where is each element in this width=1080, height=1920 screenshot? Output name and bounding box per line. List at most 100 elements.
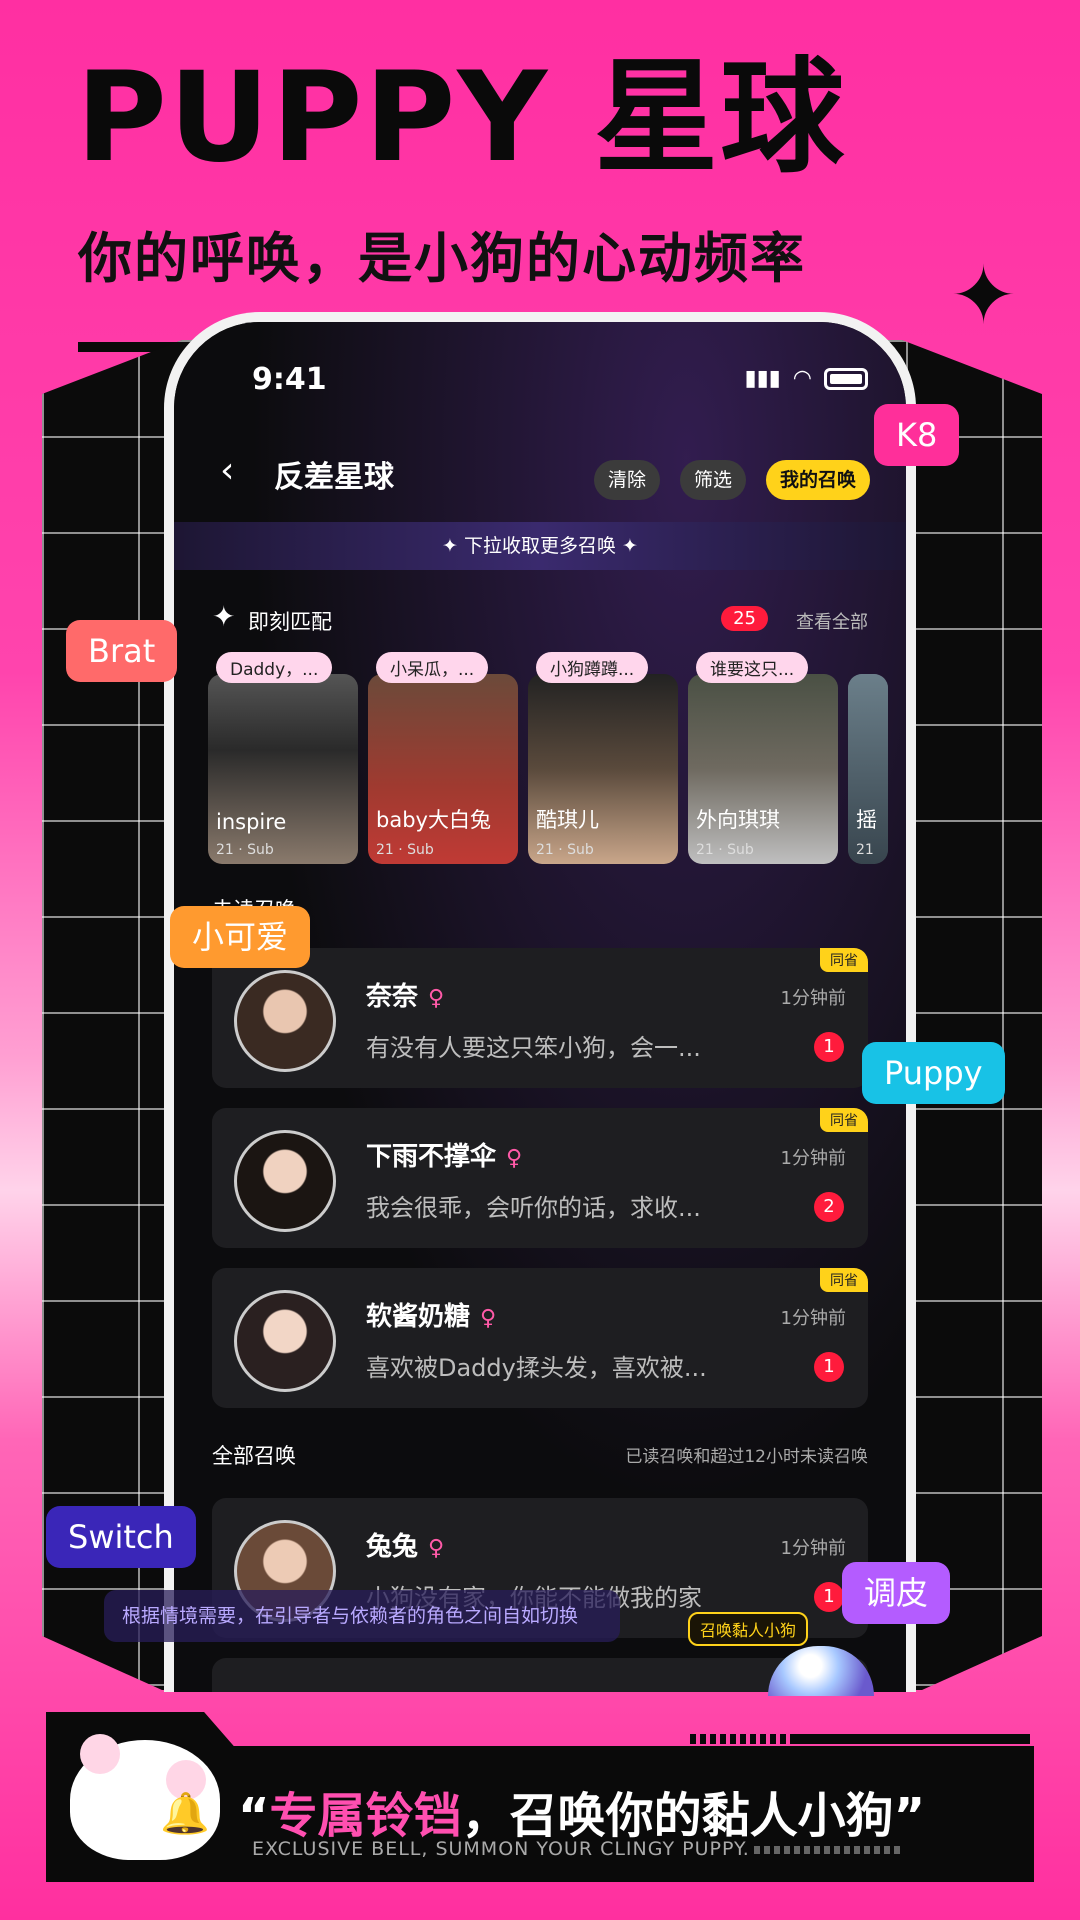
match-card[interactable]: Daddy，... inspire 21 · Sub [208,652,358,864]
match-card[interactable]: 小狗蹲蹲... 酷琪儿 21 · Sub [528,652,678,864]
message-time: 1分钟前 [780,988,846,1009]
quote-highlight: 专属铃铛 [269,1788,462,1844]
match-card[interactable]: 谁要这只... 外向琪琪 21 · Sub [688,652,838,864]
card-meta: 21 · Sub [216,842,274,858]
message-row[interactable]: 软酱奶糖 ♀ 喜欢被Daddy揉头发，喜欢被... 1分钟前 1 同省 [212,1268,868,1408]
card-bubble: 小狗蹲蹲... [536,652,649,683]
card-meta: 21 · Sub [536,842,594,858]
message-preview: 我会很乖，会听你的话，求收... [366,1194,701,1222]
filter-button[interactable]: 筛选 [680,460,747,500]
card-photo [368,674,518,864]
sparkle-icon: ✦ [950,249,1018,342]
label-brat: Brat [66,620,178,682]
all-section-header: 全部召唤 已读召唤和超过12小时未读召唤 [212,1440,868,1474]
sparkle-icon: ✦ [442,535,464,557]
card-name: 摇 [856,808,877,832]
unread-count-badge: 2 [814,1192,844,1222]
match-card-list: Daddy，... inspire 21 · Sub 小呆瓜，... baby大… [208,652,888,864]
card-name: 酷琪儿 [536,808,599,832]
quote-rest: ，召唤你的黏人小狗” [461,1788,926,1844]
card-meta: 21 · Sub [696,842,754,858]
message-time: 1分钟前 [780,1308,846,1329]
message-name-row: 下雨不撑伞 ♀ [366,1136,522,1173]
avatar [234,1130,336,1232]
footer-english: EXCLUSIVE BELL, SUMMON YOUR CLINGY PUPPY… [252,1838,750,1860]
card-meta: 21 [856,842,874,858]
app-screen: 9:41 ▮▮▮ ◠ ‹ 反差星球 清除 筛选 我的召唤 ✦ 下拉收取更多召唤 … [174,322,906,1692]
match-section-header: ✦ 即刻匹配 25 查看全部 [212,600,868,640]
card-name: baby大白兔 [376,808,491,832]
status-time: 9:41 [252,362,327,397]
match-count-badge: 25 [721,606,768,631]
match-card[interactable]: 小呆瓜，... baby大白兔 21 · Sub [368,652,518,864]
female-icon: ♀ [428,986,445,1011]
switch-tooltip: 根据情境需要，在引导者与依赖者的角色之间自如切换 [104,1590,620,1642]
message-name: 下雨不撑伞 [366,1142,497,1172]
message-preview: 喜欢被Daddy揉头发，喜欢被... [366,1354,707,1382]
my-summon-button[interactable]: 我的召唤 [766,460,871,500]
message-row[interactable]: 奈奈 ♀ 有没有人要这只笨小狗，会一... 1分钟前 1 同省 [212,948,868,1088]
phone-frame: 9:41 ▮▮▮ ◠ ‹ 反差星球 清除 筛选 我的召唤 ✦ 下拉收取更多召唤 … [164,312,916,1692]
label-switch: Switch [46,1506,196,1568]
footer-decor-bar [754,1846,904,1854]
pull-banner-text: 下拉收取更多召唤 [463,535,616,557]
same-province-tag: 同省 [820,948,868,972]
label-tiaopi: 调皮 [842,1562,951,1624]
message-name: 奈奈 [366,982,419,1012]
label-puppy: Puppy [862,1042,1005,1104]
message-time: 1分钟前 [780,1148,846,1169]
nav-bar: ‹ 反差星球 清除 筛选 我的召唤 [174,442,906,502]
footer-quote: “专属铃铛，召唤你的黏人小狗” [238,1776,925,1846]
female-icon: ♀ [506,1146,523,1171]
back-icon[interactable]: ‹ [220,450,234,491]
same-province-tag: 同省 [820,1108,868,1132]
quote-open: “ [238,1788,270,1844]
card-name: 外向琪琪 [696,808,780,832]
unread-count-badge: 1 [814,1032,844,1062]
sparkle-icon: ✦ [616,535,638,557]
message-name: 兔兔 [366,1532,419,1562]
mascot-ear [80,1734,120,1774]
card-photo [528,674,678,864]
label-k8: K8 [874,404,960,466]
card-meta: 21 · Sub [376,842,434,858]
unread-count-badge: 1 [814,1352,844,1382]
summon-bubble: 召唤黏人小狗 [688,1612,809,1646]
avatar [234,970,336,1072]
sparkle-icon: ✦ [212,600,236,633]
status-bar: 9:41 ▮▮▮ ◠ [174,362,906,402]
message-name: 软酱奶糖 [366,1302,471,1332]
message-time: 1分钟前 [780,1538,846,1559]
message-name-row: 奈奈 ♀ [366,976,444,1013]
avatar [234,1290,336,1392]
see-all-link[interactable]: 查看全部 [796,608,868,634]
pull-refresh-banner[interactable]: ✦ 下拉收取更多召唤 ✦ [174,522,906,570]
match-card[interactable]: 摇 21 [848,674,888,864]
signal-icon: ▮▮▮ [744,366,781,391]
message-name-row: 软酱奶糖 ♀ [366,1296,496,1333]
message-preview: 有没有人要这只笨小狗，会一... [366,1034,701,1062]
card-bubble: 小呆瓜，... [376,652,489,683]
message-row[interactable]: 下雨不撑伞 ♀ 我会很乖，会听你的话，求收... 1分钟前 2 同省 [212,1108,868,1248]
female-icon: ♀ [480,1306,497,1331]
same-province-tag: 同省 [820,1268,868,1292]
message-name-row: 兔兔 ♀ [366,1526,444,1563]
card-name: inspire [216,810,287,834]
bell-icon: 🔔 [160,1791,210,1837]
poster-subline: 你的呼唤，是小狗的心动频率 [78,227,806,290]
clear-button[interactable]: 清除 [594,460,661,500]
card-bubble: Daddy，... [216,652,333,683]
card-photo [688,674,838,864]
footer-bar [790,1734,1030,1744]
card-bubble: 谁要这只... [696,652,809,683]
all-section-title: 全部召唤 [212,1444,296,1468]
match-title: 即刻匹配 [248,610,332,634]
wifi-icon: ◠ [792,366,812,391]
card-photo [208,674,358,864]
label-cute: 小可爱 [170,906,311,968]
page-title: 反差星球 [274,460,394,495]
female-icon: ♀ [428,1536,445,1561]
status-icons: ▮▮▮ ◠ [744,366,868,391]
all-section-note: 已读召唤和超过12小时未读召唤 [625,1447,868,1467]
card-photo [848,674,888,864]
